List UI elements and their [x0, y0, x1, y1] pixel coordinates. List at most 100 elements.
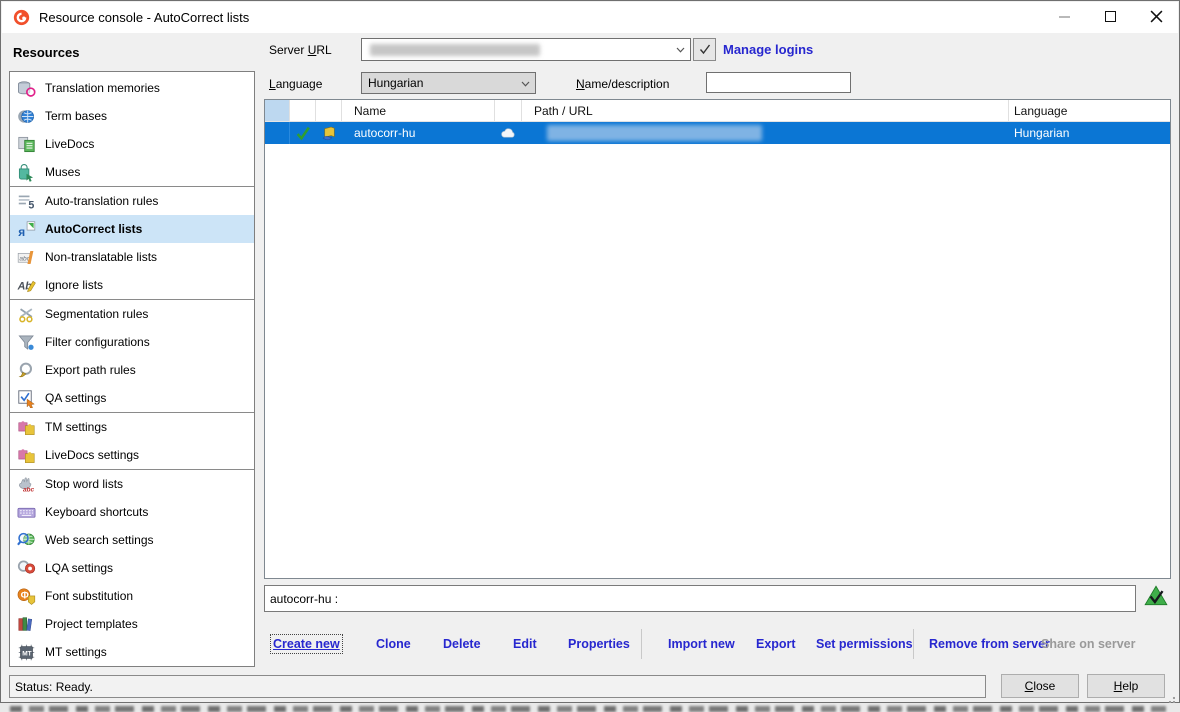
sidebar-item-tm-settings[interactable]: TM settings: [10, 413, 254, 441]
minimize-button: [1041, 1, 1087, 32]
clone-button[interactable]: Clone: [376, 637, 411, 651]
sidebar-item-font-substitution[interactable]: Φ Font substitution: [10, 582, 254, 610]
resources-heading: Resources: [13, 45, 80, 60]
sidebar-item-web-search-settings[interactable]: Web search settings: [10, 526, 254, 554]
row-type-cell: [316, 122, 342, 144]
sidebar-item-term-bases[interactable]: Term bases: [10, 102, 254, 130]
status-bar: Status: Ready.: [9, 675, 986, 698]
column-header-selector[interactable]: [265, 100, 290, 121]
sidebar-item-stop-word-lists[interactable]: abc Stop word lists: [10, 470, 254, 498]
name-description-filter-input[interactable]: [706, 72, 851, 93]
set-permissions-button[interactable]: Set permissions: [816, 637, 913, 651]
auto-translation-rules-icon: 5: [17, 192, 36, 211]
action-button-bar: Create new Clone Delete Edit Properties …: [1, 629, 1180, 659]
background-window-text: [10, 706, 1170, 712]
language-selected-value: Hungarian: [368, 76, 424, 90]
remove-from-server-button[interactable]: Remove from server: [929, 637, 1050, 651]
check-icon: [699, 44, 710, 55]
term-bases-icon: [17, 107, 36, 126]
svg-text:5: 5: [28, 199, 34, 211]
sidebar-item-label: Muses: [45, 165, 81, 179]
column-header-type[interactable]: [316, 100, 342, 121]
livedocs-settings-icon: [17, 446, 36, 465]
help-button[interactable]: Help: [1087, 674, 1165, 698]
sidebar-item-label: Ignore lists: [45, 278, 104, 292]
segmentation-rules-icon: [17, 305, 36, 324]
manage-logins-link[interactable]: Manage logins: [723, 42, 813, 57]
sidebar-item-qa-settings[interactable]: QA settings: [10, 384, 254, 412]
server-url-redacted-text: [370, 44, 540, 56]
keyboard-shortcuts-icon: [17, 503, 36, 522]
autocorrect-list-book-icon: [321, 125, 338, 142]
window-title: Resource console - AutoCorrect lists: [39, 10, 250, 25]
cloud-icon: [500, 125, 517, 142]
sidebar-item-label: Translation memories: [45, 81, 160, 95]
sidebar-item-auto-translation-rules[interactable]: 5 Auto-translation rules: [10, 187, 254, 215]
maximize-button[interactable]: [1087, 1, 1133, 32]
sidebar-item-lqa-settings[interactable]: LQA settings: [10, 554, 254, 582]
sidebar-item-translation-memories[interactable]: Translation memories: [10, 74, 254, 102]
sidebar-item-label: Auto-translation rules: [45, 194, 159, 208]
sidebar-item-label: Non-translatable lists: [45, 250, 158, 264]
column-header-status[interactable]: [290, 100, 316, 121]
sidebar-item-muses[interactable]: Muses: [10, 158, 254, 186]
sidebar-item-autocorrect-lists[interactable]: я AutoCorrect lists: [10, 215, 254, 243]
sidebar-item-label: Export path rules: [45, 363, 136, 377]
sidebar-item-ignore-lists[interactable]: Ab Ignore lists: [10, 271, 254, 299]
close-button[interactable]: Close: [1001, 674, 1079, 698]
create-new-button[interactable]: Create new: [270, 634, 343, 654]
import-new-button[interactable]: Import new: [668, 637, 735, 651]
resize-grip[interactable]: [1167, 695, 1175, 703]
livedocs-icon: [17, 135, 36, 154]
row-location-cell: [495, 122, 522, 144]
lqa-settings-icon: [17, 559, 36, 578]
column-header-name[interactable]: Name: [342, 100, 495, 121]
edit-description-icon[interactable]: [1143, 583, 1169, 609]
sidebar-item-filter-configurations[interactable]: Filter configurations: [10, 328, 254, 356]
export-button[interactable]: Export: [756, 637, 796, 651]
server-url-combobox[interactable]: [361, 38, 691, 61]
resource-list-table: Name Path / URL Language autocorr-hu Hun…: [264, 99, 1171, 579]
language-dropdown[interactable]: Hungarian: [361, 72, 536, 94]
edit-button[interactable]: Edit: [513, 637, 537, 651]
sidebar-item-label: LiveDocs settings: [45, 448, 140, 462]
title-bar: Resource console - AutoCorrect lists: [2, 2, 1178, 33]
web-search-settings-icon: [17, 531, 36, 550]
filter-configurations-icon: [17, 333, 36, 352]
resource-console-window: Resource console - AutoCorrect lists Res…: [0, 0, 1180, 703]
sidebar-item-non-translatable-lists[interactable]: abc Non-translatable lists: [10, 243, 254, 271]
autocorrect-lists-icon: я: [17, 220, 36, 239]
column-header-path-url[interactable]: Path / URL: [522, 100, 1009, 121]
properties-button[interactable]: Properties: [568, 637, 630, 651]
sidebar-item-label: Web search settings: [45, 533, 154, 547]
resource-description-input[interactable]: [264, 585, 1136, 612]
ignore-lists-icon: Ab: [17, 276, 36, 295]
svg-text:Φ: Φ: [21, 590, 29, 601]
sidebar-item-keyboard-shortcuts[interactable]: Keyboard shortcuts: [10, 498, 254, 526]
sidebar-item-segmentation-rules[interactable]: Segmentation rules: [10, 300, 254, 328]
sidebar-item-export-path-rules[interactable]: Export path rules: [10, 356, 254, 384]
table-row[interactable]: autocorr-hu Hungarian: [265, 122, 1170, 144]
memoq-logo-icon: [13, 9, 30, 26]
non-translatable-lists-icon: abc: [17, 248, 36, 267]
sidebar-item-livedocs-settings[interactable]: LiveDocs settings: [10, 441, 254, 469]
close-icon: [1150, 10, 1162, 23]
stop-word-lists-icon: abc: [17, 475, 36, 494]
delete-button[interactable]: Delete: [443, 637, 481, 651]
green-check-icon: [295, 125, 312, 142]
server-connect-button[interactable]: [693, 38, 716, 61]
column-header-language[interactable]: Language: [1009, 100, 1170, 121]
column-header-location[interactable]: [495, 100, 522, 121]
server-url-label: Server URL: [269, 43, 332, 57]
svg-text:abc: abc: [23, 486, 35, 493]
row-name-cell: autocorr-hu: [354, 126, 416, 140]
sidebar-item-label: Stop word lists: [45, 477, 124, 491]
close-window-button[interactable]: [1133, 1, 1179, 32]
sidebar-item-label: Font substitution: [45, 589, 134, 603]
sidebar-item-label: Keyboard shortcuts: [45, 505, 149, 519]
row-selector-cell[interactable]: [265, 122, 290, 144]
sidebar-item-livedocs[interactable]: LiveDocs: [10, 130, 254, 158]
language-label: Language: [269, 77, 323, 91]
chevron-down-icon: [676, 47, 685, 53]
sidebar-item-label: QA settings: [45, 391, 107, 405]
